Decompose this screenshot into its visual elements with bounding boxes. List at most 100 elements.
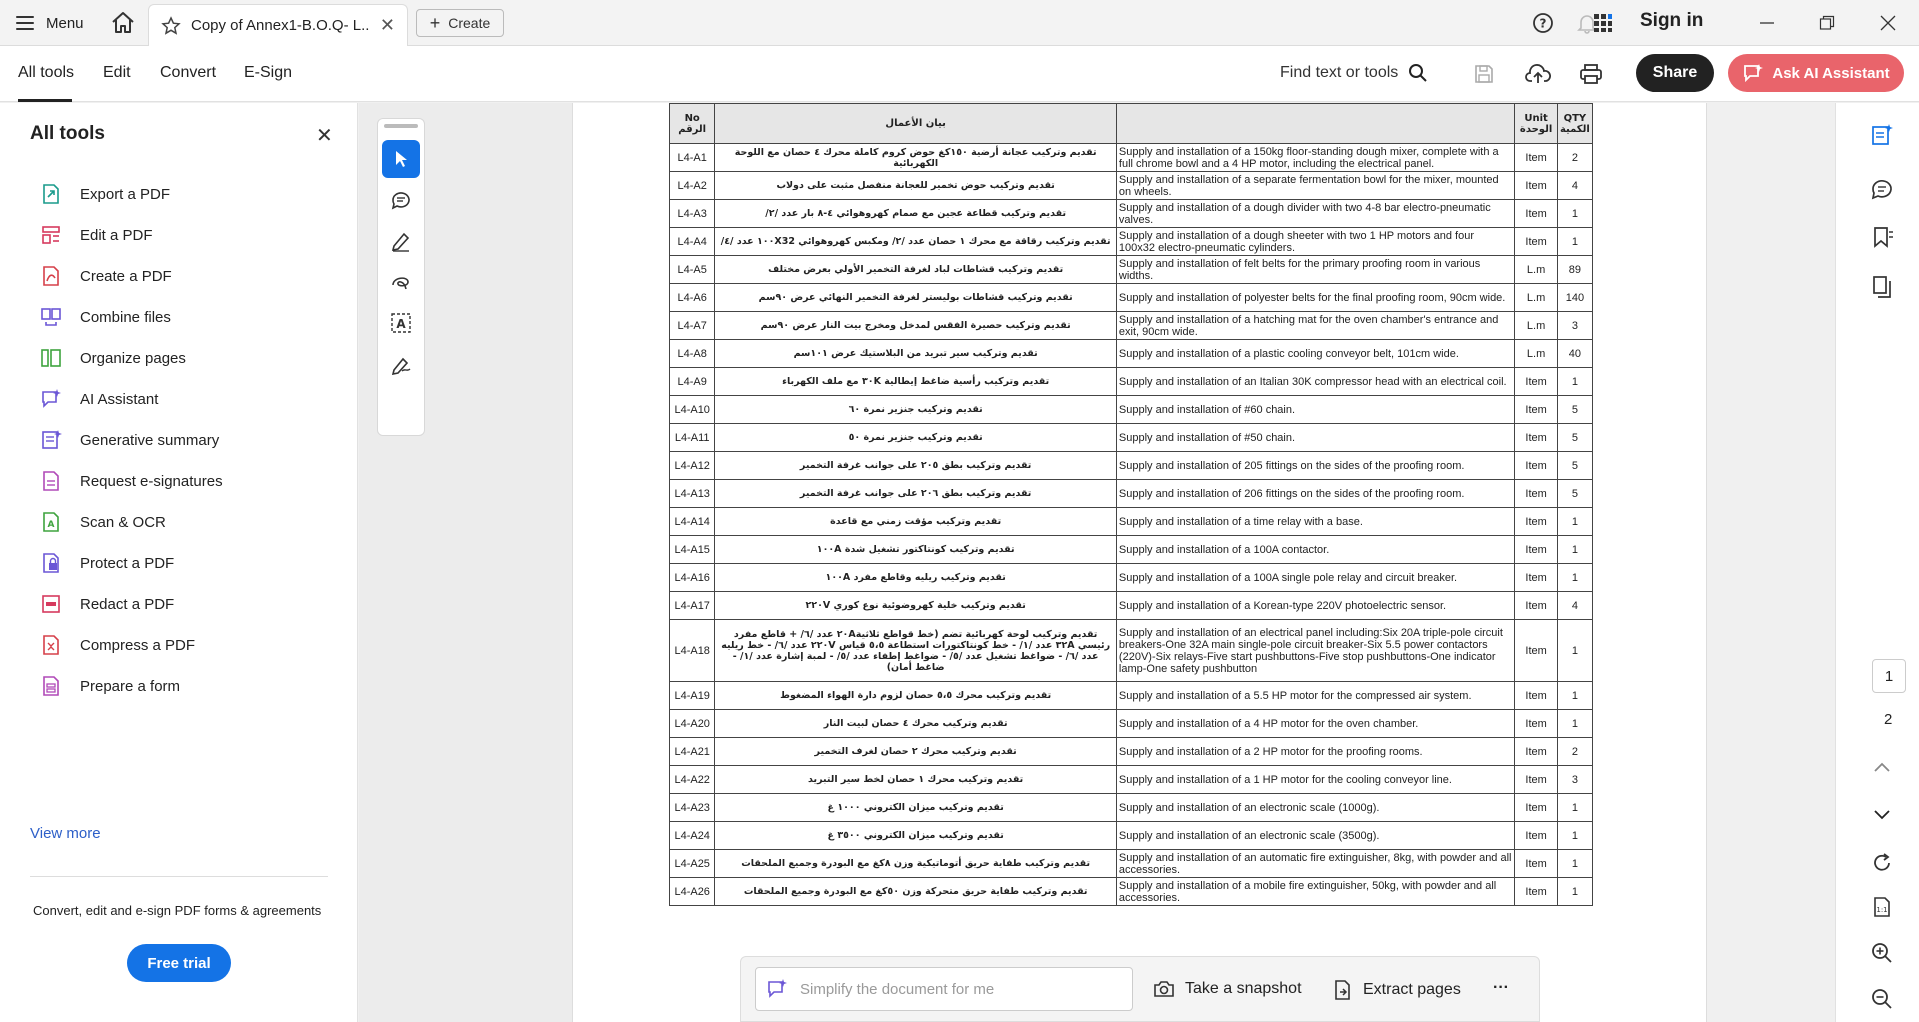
home-icon[interactable] [110,10,136,36]
page-thumbnails-icon[interactable] [1870,275,1894,299]
current-page-indicator[interactable]: 1 [1872,659,1906,693]
combine-files-icon [41,308,61,326]
promo-tagline: Convert, edit and e-sign PDF forms & agr… [33,903,322,918]
cell-english-description: Supply and installation of a Korean-type… [1115,591,1516,620]
cell-item-number: L4-A4 [668,227,716,256]
ai-summary-icon[interactable] [1870,123,1894,147]
tab-edit[interactable]: Edit [103,64,131,82]
tool-redact-pdf[interactable]: Redact a PDF [40,589,174,619]
drag-handle[interactable] [384,124,418,128]
ai-prompt-input[interactable]: Simplify the document for me [755,967,1133,1011]
tool-prepare-form[interactable]: Prepare a form [40,671,180,701]
ask-ai-assistant-button[interactable]: Ask AI Assistant [1728,54,1904,92]
request-e-signatures-icon [43,471,59,491]
free-trial-button[interactable]: Free trial [127,944,231,982]
cell-arabic-description: تقديم وتركيب بطق ٢٠٦ على جوانب غرفة التخ… [714,479,1117,508]
tool-organize-pages[interactable]: Organize pages [40,343,186,373]
ai-assistant-icon [1744,64,1764,83]
select-cursor-icon[interactable] [382,140,420,178]
close-window-icon[interactable] [1873,8,1903,38]
tool-compress-pdf[interactable]: Compress a PDF [40,630,195,660]
cell-unit: Item [1514,737,1558,766]
cell-item-number: L4-A25 [668,849,716,878]
close-tab-icon[interactable]: ✕ [380,15,395,36]
cell-quantity: 140 [1556,283,1594,312]
sign-icon[interactable] [382,345,420,383]
find-text-or-tools[interactable]: Find text or tools [1280,63,1428,83]
sign-in-button[interactable]: Sign in [1640,10,1703,32]
tool-scan-ocr[interactable]: A Scan & OCR [40,507,166,537]
tool-create-pdf[interactable]: Create a PDF [40,261,172,291]
tool-protect-pdf[interactable]: Protect a PDF [40,548,174,578]
draw-freehand-icon[interactable] [382,263,420,301]
scroll-up-icon[interactable] [1870,755,1894,779]
page-display-icon[interactable]: 1:1 [1870,895,1894,919]
cell-quantity: 3 [1556,311,1594,340]
boq-table: No الرقم بيان الأعمال Unit الوحدة QTY ال… [668,103,1594,906]
refresh-icon[interactable] [1870,851,1894,875]
tool-edit-pdf[interactable]: Edit a PDF [40,220,153,250]
cell-english-description: Supply and installation of #50 chain. [1115,423,1516,452]
comments-icon[interactable] [1870,177,1894,201]
highlight-pen-icon[interactable] [382,222,420,260]
right-sidebar: 1:1 [1835,103,1919,1022]
add-comment-icon[interactable] [382,181,420,219]
help-icon[interactable]: ? [1530,10,1556,36]
tool-combine-files[interactable]: Combine files [40,302,171,332]
star-icon[interactable] [161,15,181,36]
cell-quantity: 1 [1556,849,1594,878]
share-button[interactable]: Share [1636,54,1714,92]
cell-quantity: 2 [1556,143,1594,172]
view-more-link[interactable]: View more [30,825,101,842]
save-icon[interactable] [1471,61,1497,87]
create-pdf-icon [43,266,59,286]
menu-button[interactable]: Menu [16,12,84,34]
cell-english-description: Supply and installation of a dough divid… [1115,199,1516,228]
tab-convert[interactable]: Convert [160,64,216,82]
tool-generative-summary[interactable]: Generative summary [40,425,219,455]
cell-english-description: Supply and installation of a 100A single… [1115,563,1516,592]
title-bar: Menu Copy of Annex1-B.O.Q- L... ✕ + Crea… [0,0,1919,46]
upload-cloud-icon[interactable] [1525,61,1551,87]
tool-label: Create a PDF [80,267,172,285]
bookmarks-icon[interactable] [1870,225,1894,249]
take-snapshot-button[interactable]: Take a snapshot [1153,979,1302,999]
zoom-out-icon[interactable] [1870,987,1894,1011]
tool-ai-assistant[interactable]: AI Assistant [40,384,158,414]
table-row: L4-A14 تقديم وتركيب مؤقت زمني مع قاعدة Sup… [668,507,1594,536]
scroll-down-icon[interactable] [1870,803,1894,827]
prepare-form-icon [43,676,59,696]
cell-english-description: Supply and installation of an electronic… [1115,793,1516,822]
cell-quantity: 5 [1556,395,1594,424]
restore-icon[interactable] [1812,8,1842,38]
cell-quantity: 1 [1556,367,1594,396]
table-row: L4-A8 تقديم وتركيب سير تبريد من البلاستيك… [668,339,1594,368]
close-panel-icon[interactable]: ✕ [316,123,333,148]
more-options-icon[interactable]: ··· [1493,979,1509,997]
create-button[interactable]: + Create [416,9,504,37]
cell-unit: L.m [1514,255,1558,284]
tab-e-sign[interactable]: E-Sign [244,64,292,82]
cell-english-description: Supply and installation of #60 chain. [1115,395,1516,424]
cell-english-description: Supply and installation of an electronic… [1115,821,1516,850]
cell-item-number: L4-A8 [668,339,716,368]
tool-export-pdf[interactable]: Export a PDF [40,179,170,209]
cell-item-number: L4-A10 [668,395,716,424]
zoom-in-icon[interactable] [1870,941,1894,965]
tab-all-tools[interactable]: All tools [18,64,74,82]
cell-unit: L.m [1514,283,1558,312]
add-text-icon[interactable]: A [382,304,420,342]
table-row: L4-A2 تقديم وتركيب حوض تخمير للعجانة منفص… [668,171,1594,200]
tool-request-e-signatures[interactable]: Request e-signatures [40,466,223,496]
cell-quantity: 89 [1556,255,1594,284]
minimize-icon[interactable] [1752,8,1782,38]
tool-label: Protect a PDF [80,554,175,572]
cell-arabic-description: تقديم وتركيب بطق ٢٠٥ على جوانب غرفة التخ… [714,451,1117,480]
cell-quantity: 1 [1556,619,1594,682]
print-icon[interactable] [1578,61,1604,87]
extract-pages-button[interactable]: Extract pages [1333,979,1461,1001]
cell-item-number: L4-A7 [668,311,716,340]
document-tab[interactable]: Copy of Annex1-B.O.Q- L... ✕ [148,4,408,46]
next-page-number[interactable]: 2 [1884,711,1892,728]
apps-icon[interactable] [1590,10,1616,36]
